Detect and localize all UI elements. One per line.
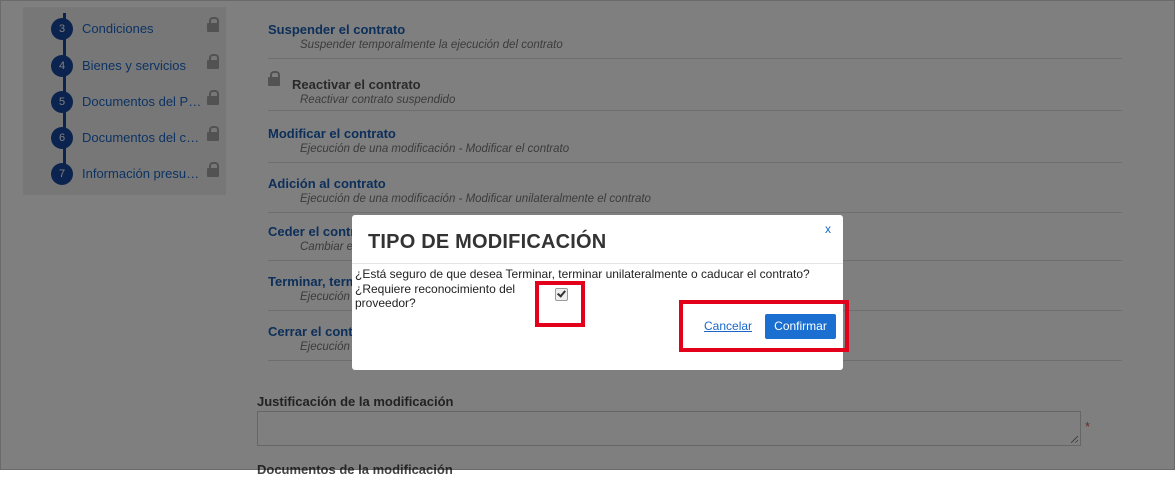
confirmation-question: ¿Está seguro de que desea Terminar, term…: [355, 267, 810, 281]
checkbox-label: ¿Requiere reconocimiento del proveedor?: [355, 282, 516, 310]
checkbox-highlight-box: [535, 281, 585, 327]
dialog-title: TIPO DE MODIFICACIÓN: [368, 231, 607, 253]
dialog-divider: [352, 263, 843, 264]
buttons-highlight-box: [679, 300, 849, 352]
close-button[interactable]: x: [825, 222, 831, 236]
